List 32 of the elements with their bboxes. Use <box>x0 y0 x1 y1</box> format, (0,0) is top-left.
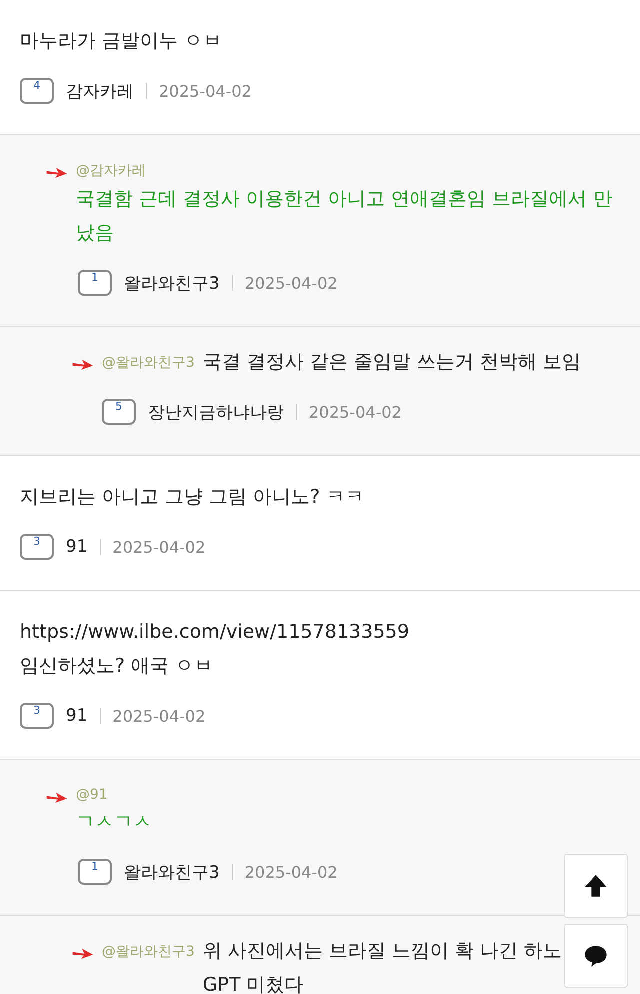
reply-arrow-icon <box>46 792 68 804</box>
author-name[interactable]: 감자카레 <box>66 80 134 102</box>
level-badge: 4 <box>20 78 54 104</box>
author-name[interactable]: 장난지금하냐나랑 <box>148 400 284 424</box>
comment-date: 2025-04-02 <box>112 538 206 556</box>
comment-date: 2025-04-02 <box>244 274 338 292</box>
author-name[interactable]: 91 <box>66 706 88 726</box>
scroll-top-button[interactable] <box>564 854 628 918</box>
comment-date: 2025-04-02 <box>159 82 252 100</box>
comment-text: 지브리는 아니고 그냥 그림 아니노? ㅋㅋ <box>20 485 364 510</box>
reply-arrow-icon <box>46 167 68 179</box>
comment-text: 위 사진에서는 브라질 느낌이 확 나긴 하노 GPT 미쳤다 <box>202 939 562 994</box>
comment-text: https://www.ilbe.com/view/11578133559 임신하셨노? 애국 ㅇㅂ <box>20 620 410 679</box>
comment-text: 국결 결정사 같은 줄임말 쓰는거 천박해 보임 <box>202 350 582 375</box>
up-arrow-icon <box>583 873 609 899</box>
level-badge: 3 <box>20 703 54 729</box>
comment-date: 2025-04-02 <box>309 402 402 422</box>
comment-date: 2025-04-02 <box>112 706 206 726</box>
comment-text: 마누라가 금발이누 ㅇㅂ <box>20 29 222 54</box>
level-badge: 1 <box>78 859 112 885</box>
author-name[interactable]: 왈라와친구3 <box>124 860 220 884</box>
comment-text: 국결함 근데 결정사 이용한건 아니고 연애결혼임 브라질에서 만났음 <box>76 187 614 246</box>
level-badge: 1 <box>78 270 112 296</box>
comment-text: ㄱㅅㄱㅅ <box>76 810 152 835</box>
level-badge: 3 <box>20 534 54 560</box>
reply-arrow-icon <box>72 359 94 371</box>
level-badge: 5 <box>102 399 136 425</box>
reply-arrow-icon <box>72 948 94 960</box>
comment-date: 2025-04-02 <box>244 862 338 882</box>
author-name[interactable]: 왈라와친구3 <box>124 272 220 294</box>
author-name[interactable]: 91 <box>66 537 88 557</box>
comment-button[interactable] <box>564 924 628 988</box>
